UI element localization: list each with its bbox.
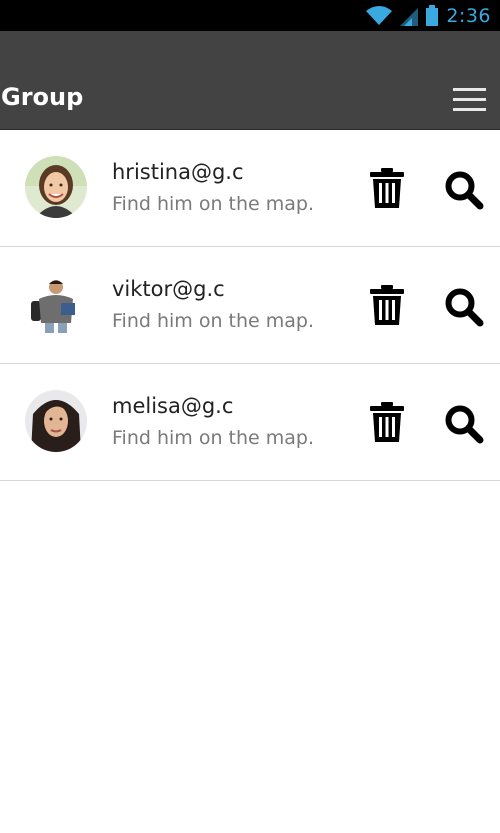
member-email: viktor@g.c xyxy=(112,277,225,301)
member-email: melisa@g.c xyxy=(112,394,234,418)
list-item[interactable]: viktor@g.c Find him on the map. xyxy=(0,247,500,364)
search-icon[interactable] xyxy=(444,287,484,327)
trash-icon[interactable] xyxy=(370,285,404,325)
wifi-icon xyxy=(366,5,393,25)
trash-icon[interactable] xyxy=(370,168,404,208)
page-title: Group xyxy=(1,83,84,111)
avatar xyxy=(25,156,87,218)
avatar xyxy=(25,390,87,452)
list-item[interactable]: hristina@g.c Find him on the map. xyxy=(0,130,500,247)
avatar xyxy=(25,273,87,335)
member-list: hristina@g.c Find him on the map. viktor… xyxy=(0,130,500,481)
status-time: 2:36 xyxy=(446,4,491,27)
member-subtitle: Find him on the map. xyxy=(112,427,315,449)
trash-icon[interactable] xyxy=(370,402,404,442)
cell-signal-icon xyxy=(400,7,419,26)
hamburger-menu-icon[interactable] xyxy=(453,86,486,112)
app-bar: Group xyxy=(0,31,500,130)
battery-icon xyxy=(426,5,439,26)
member-subtitle: Find him on the map. xyxy=(112,193,315,215)
list-item[interactable]: melisa@g.c Find him on the map. xyxy=(0,364,500,481)
search-icon[interactable] xyxy=(444,404,484,444)
member-email: hristina@g.c xyxy=(112,160,244,184)
search-icon[interactable] xyxy=(444,170,484,210)
member-subtitle: Find him on the map. xyxy=(112,310,315,332)
status-bar: 2:36 xyxy=(0,0,500,31)
